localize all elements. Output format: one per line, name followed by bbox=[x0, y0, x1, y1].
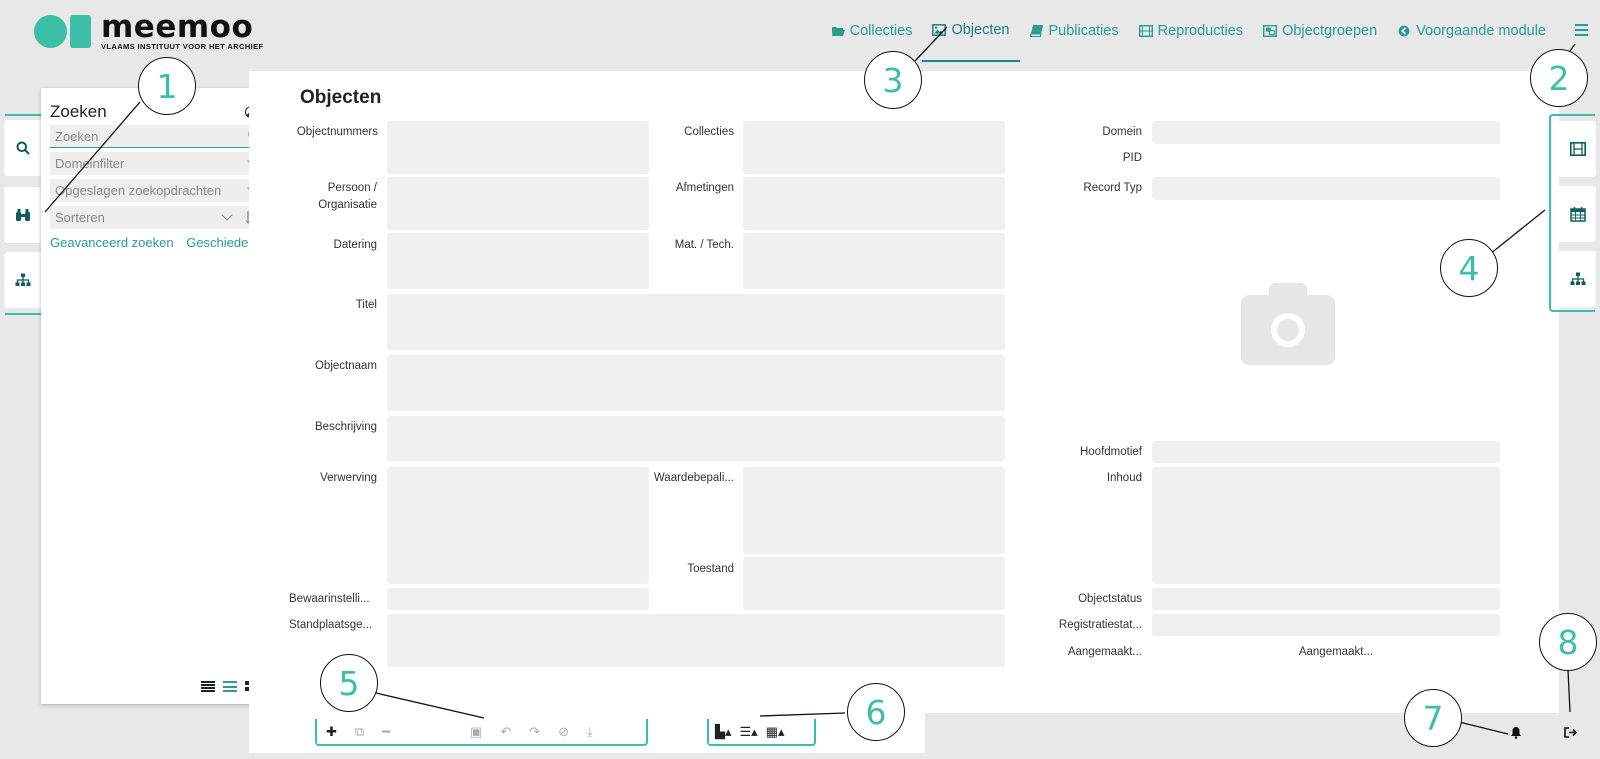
callout-4: 4 bbox=[1440, 239, 1498, 297]
callout-8: 8 bbox=[1539, 613, 1597, 671]
callout-pointer-lines bbox=[44, 26, 1576, 735]
callout-1: 1 bbox=[138, 57, 196, 115]
callout-5: 5 bbox=[320, 654, 378, 712]
callout-6: 6 bbox=[847, 683, 905, 741]
callout-2: 2 bbox=[1530, 49, 1588, 107]
callout-3: 3 bbox=[864, 51, 922, 109]
callout-7: 7 bbox=[1404, 689, 1462, 747]
